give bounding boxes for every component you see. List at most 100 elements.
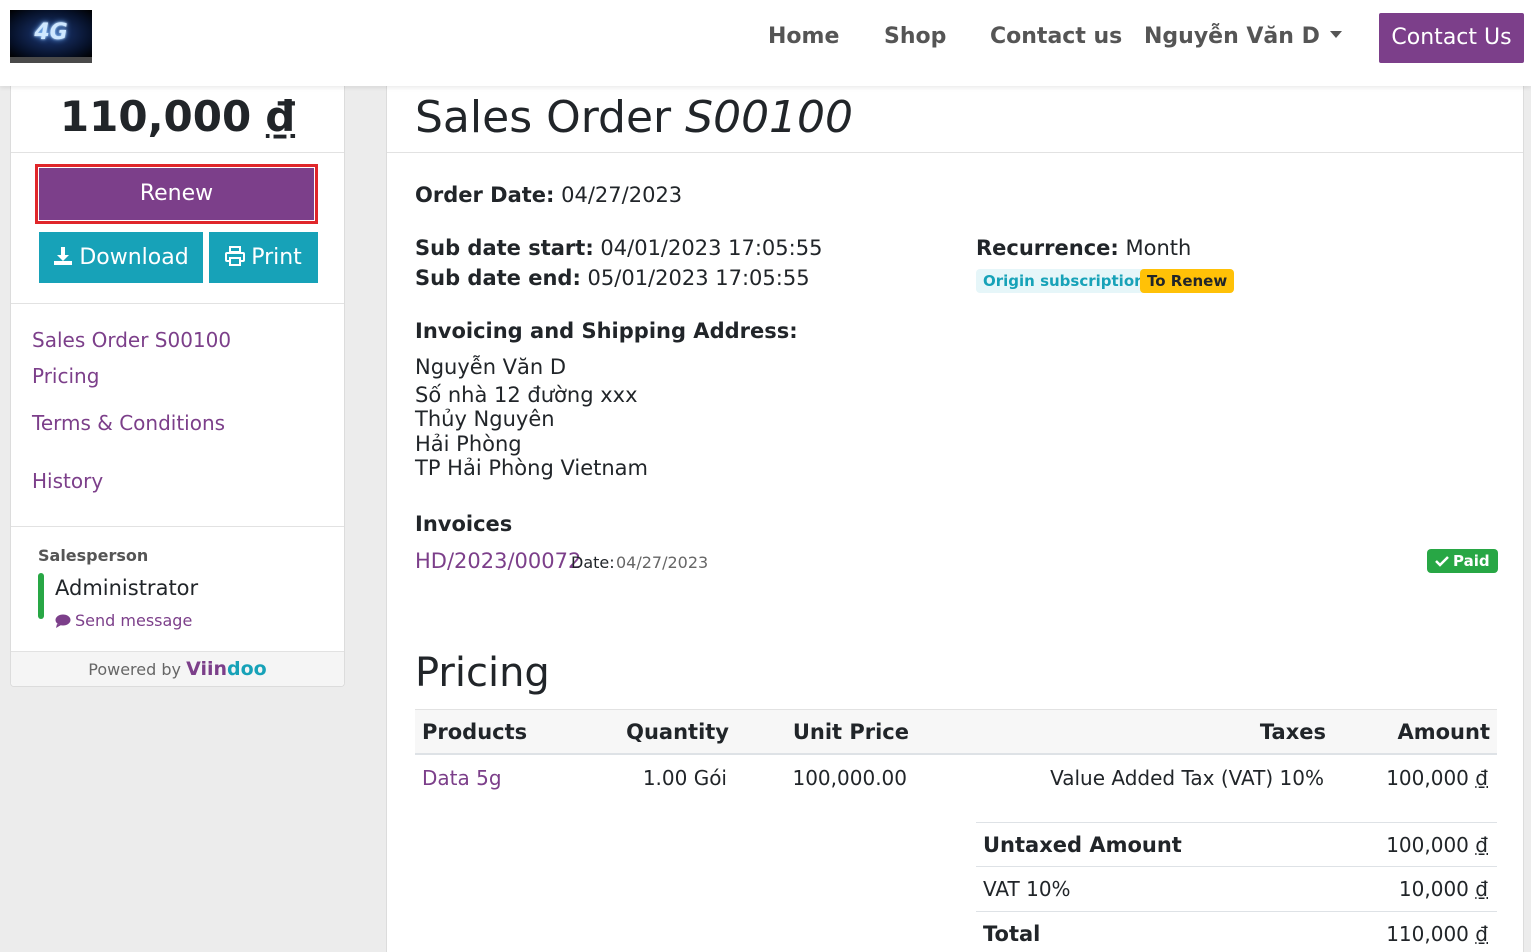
order-number: S00100: [685, 92, 854, 143]
row-unit-price: 100,000.00: [792, 766, 907, 790]
divider: [11, 303, 344, 304]
invoices-heading: Invoices: [415, 512, 513, 536]
viindoo-logo[interactable]: Viindoo: [186, 658, 267, 680]
total-amount-value: 110,000: [1386, 922, 1469, 946]
sub-start-label: Sub date start:: [415, 236, 594, 260]
print-label: Print: [251, 245, 302, 270]
sub-date-end: Sub date end: 05/01/2023 17:05:55: [415, 266, 810, 290]
invoice-link[interactable]: HD/2023/00072: [415, 549, 581, 573]
divider: [976, 866, 1497, 867]
recurrence-value: Month: [1125, 236, 1192, 260]
product-link[interactable]: Data 5g: [422, 766, 502, 790]
address-heading: Invoicing and Shipping Address:: [415, 319, 798, 343]
to-renew-badge: To Renew: [1140, 269, 1235, 293]
powered-by-label: Powered by: [88, 660, 181, 679]
address-street: Số nhà 12 đường xxx: [415, 383, 638, 407]
vat-amount: 10,000 ₫: [1399, 877, 1488, 901]
address-city: Hải Phòng: [415, 432, 522, 456]
powered-by-footer: Powered by Viindoo: [11, 651, 344, 686]
order-detail-card: Sales Order S00100 Order Date: 04/27/202…: [386, 86, 1524, 952]
salesperson-label: Salesperson: [38, 546, 149, 565]
chevron-down-icon: [1329, 30, 1342, 38]
pricing-heading: Pricing: [415, 650, 550, 696]
logo-text: 4G: [34, 20, 68, 45]
address-name: Nguyễn Văn D: [415, 355, 567, 379]
order-date-label: Order Date:: [415, 183, 555, 207]
total-amount: 110,000 ₫: [1386, 922, 1488, 946]
download-button[interactable]: Download: [39, 232, 203, 283]
sidebar-link-sales-order[interactable]: Sales Order S00100: [32, 328, 231, 352]
untaxed-amount: 100,000 ₫: [1386, 833, 1488, 857]
recurrence-label: Recurrence:: [976, 236, 1119, 260]
check-icon: [1435, 555, 1449, 567]
contact-us-button[interactable]: Contact Us: [1379, 13, 1524, 63]
company-logo[interactable]: 4G: [10, 10, 92, 63]
vat-label: VAT 10%: [983, 877, 1071, 901]
total-label: Total: [983, 922, 1041, 946]
sub-end-label: Sub date end:: [415, 266, 581, 290]
order-sidebar: 110,000 ₫ Renew Download Print Sales Ord…: [10, 86, 345, 687]
divider: [976, 911, 1497, 912]
invoice-date-label: Date:: [571, 553, 615, 572]
invoice-date-value: 04/27/2023: [616, 553, 709, 572]
amount-currency: ₫: [265, 92, 296, 141]
divider: [387, 152, 1523, 153]
sub-date-start: Sub date start: 04/01/2023 17:05:55: [415, 236, 822, 260]
sidebar-link-pricing[interactable]: Pricing: [32, 364, 99, 388]
paid-status-badge: Paid: [1427, 549, 1498, 573]
untaxed-amount-label: Untaxed Amount: [983, 833, 1182, 857]
download-icon: [54, 247, 73, 265]
col-taxes: Taxes: [1259, 720, 1326, 744]
nav-home[interactable]: Home: [768, 24, 839, 49]
sidebar-link-terms[interactable]: Terms & Conditions: [32, 411, 225, 435]
download-label: Download: [79, 245, 189, 270]
top-navbar: 4G Home Shop Contact us Nguyễn Văn D Con…: [0, 0, 1531, 86]
address-country: TP Hải Phòng Vietnam: [415, 456, 648, 480]
col-unit-price: Unit Price: [792, 720, 909, 744]
address-district: Thủy Nguyên: [415, 407, 555, 431]
amount-value: 110,000: [59, 92, 252, 141]
brand-part-a: Viin: [186, 658, 228, 680]
page-title: Sales Order S00100: [415, 92, 853, 143]
print-button[interactable]: Print: [209, 232, 318, 283]
sidebar-link-history[interactable]: History: [32, 469, 103, 493]
send-message-label: Send message: [75, 611, 193, 630]
divider: [11, 526, 344, 527]
row-amount-currency: ₫: [1475, 766, 1488, 790]
brand-part-b: doo: [227, 658, 267, 680]
sub-end-value: 05/01/2023 17:05:55: [587, 266, 810, 290]
salesperson-name: Administrator: [55, 576, 199, 600]
row-quantity: 1.00 Gói: [642, 766, 727, 790]
origin-subscription-badge: Origin subscription: [976, 269, 1152, 293]
nav-contact-us[interactable]: Contact us: [990, 24, 1122, 49]
paid-status-label: Paid: [1453, 552, 1490, 570]
col-amount: Amount: [1397, 720, 1490, 744]
sub-start-value: 04/01/2023 17:05:55: [600, 236, 823, 260]
avatar: [38, 573, 44, 619]
order-date-value: 04/27/2023: [561, 183, 683, 207]
untaxed-amount-value: 100,000: [1386, 833, 1469, 857]
send-message-link[interactable]: Send message: [55, 611, 192, 630]
row-amount: 100,000 ₫: [1386, 766, 1488, 790]
row-taxes: Value Added Tax (VAT) 10%: [1050, 766, 1324, 790]
order-date: Order Date: 04/27/2023: [415, 183, 682, 207]
recurrence: Recurrence: Month: [976, 236, 1191, 260]
total-currency: ₫: [1475, 922, 1488, 946]
vat-amount-value: 10,000: [1398, 877, 1469, 901]
col-products: Products: [422, 720, 528, 744]
comment-icon: [55, 614, 71, 628]
pricing-table-header: Products Quantity Unit Price Taxes Amoun…: [415, 709, 1497, 755]
divider: [976, 822, 1497, 823]
untaxed-currency: ₫: [1475, 833, 1488, 857]
nav-shop[interactable]: Shop: [884, 24, 946, 49]
user-menu[interactable]: Nguyễn Văn D: [1144, 24, 1342, 49]
row-amount-value: 100,000: [1386, 766, 1469, 790]
user-menu-label: Nguyễn Văn D: [1144, 24, 1320, 49]
col-quantity: Quantity: [626, 720, 729, 744]
printer-icon: [225, 246, 246, 266]
renew-button[interactable]: Renew: [39, 168, 314, 220]
divider: [11, 152, 344, 153]
title-prefix: Sales Order: [415, 92, 672, 143]
vat-currency: ₫: [1475, 877, 1488, 901]
order-total-amount: 110,000 ₫: [11, 92, 344, 141]
